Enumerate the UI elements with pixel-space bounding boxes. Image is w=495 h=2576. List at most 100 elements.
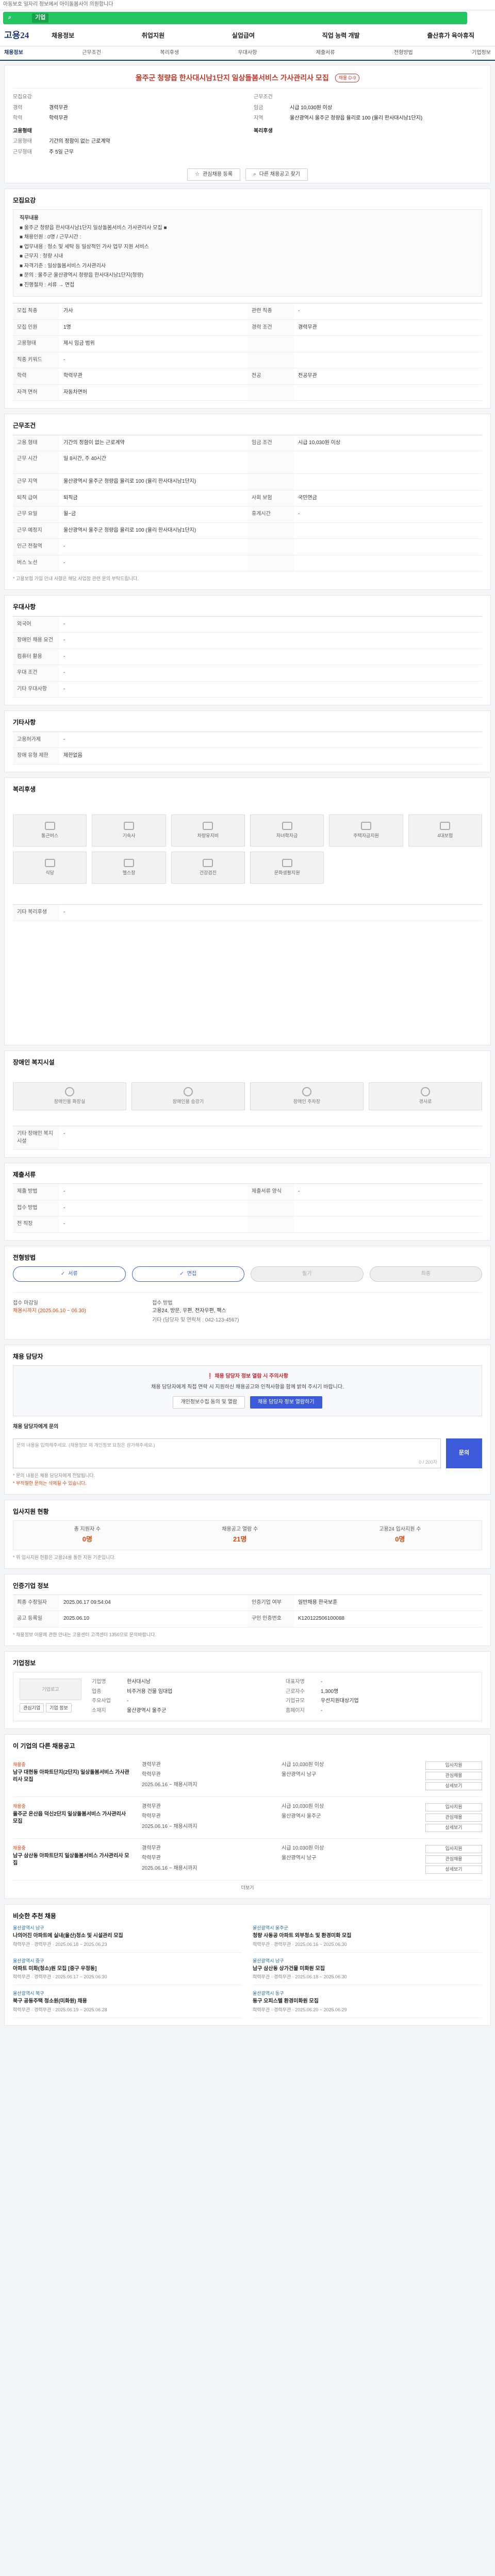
consent-button[interactable]: 개인정보수집 동의 및 열람: [173, 1396, 245, 1409]
kv-key: 소재지: [92, 1707, 106, 1714]
kv-key: 기업명: [92, 1679, 106, 1685]
recommend-item[interactable]: 울산광역시 중구 아파트 미화(청소)원 모집 [중구 우정동] 학력무관 · 경력…: [13, 1958, 242, 1986]
box-title: 직무내용: [20, 215, 39, 222]
grid-value: 시급 10,030원 이상: [294, 435, 482, 452]
disability-section: 장애인 복지시설 장애인용 화장실 장애인용 승강기 장애인 주차장 경사로 기…: [4, 1050, 491, 1158]
grid-key: 임금 조건: [248, 435, 294, 452]
gnb-item[interactable]: 취업지원: [136, 31, 171, 40]
stat-value: 21명: [233, 1535, 247, 1543]
apply-button[interactable]: 입사지원: [425, 1844, 482, 1853]
recommend-item[interactable]: 울산광역시 남구 남구 삼산동 상가건물 미화원 모집 학력무관 · 경력무관 · …: [253, 1958, 482, 1986]
grid-key: 전 직장: [13, 1216, 59, 1233]
recommend-item[interactable]: 울산광역시 울주군청량 사동공 아파트 외부청소 및 환경미화 모집 학력무관 ·…: [253, 1925, 482, 1953]
tab-screening[interactable]: 전형방법: [394, 49, 413, 57]
search-icon: ⌕: [253, 172, 256, 178]
button-label: 다른 채용공고 찾기: [259, 172, 300, 178]
grid-key: 우대 조건: [13, 665, 59, 682]
kv-value: 시급 10,030원 이상: [290, 105, 333, 111]
welfare-cafeteria-icon: 식당: [13, 852, 87, 884]
tile-label: 문화생활지원: [274, 870, 300, 875]
job-tag: 채용중: [13, 1803, 26, 1809]
conditions-grid: 고용 형태 기간의 정함이 없는 근로계약 임금 조건 시급 10,030원 이상 근…: [13, 434, 482, 572]
view-contact-button[interactable]: 채용 담당자 정보 열람하기: [250, 1396, 322, 1409]
job-item-title[interactable]: 울주군 온산읍 덕신2단지 일상돌봄서비스 가사관리사 모집: [13, 1811, 131, 1826]
recommend-item[interactable]: 울산광역시 동구 동구 오피스텔 환경미화원 모집 학력무관 · 경력무관 · 20…: [253, 1990, 482, 2018]
grid-value: 울산광역시 울주군 청량읍 율리로 100 (율리 한사대시남1단지): [59, 474, 248, 490]
search-input[interactable]: ⌕ 기업: [3, 12, 467, 24]
recommend-item[interactable]: 울산광역시 남구 나의어진 아파트에 실내(울산)청소 및 시설관리 모집 학력무관…: [13, 1925, 242, 1953]
tab-conditions[interactable]: 근무조건: [82, 49, 101, 57]
bookmark-job-button[interactable]: ☆ 관심채용 등록: [187, 168, 241, 181]
apply-button[interactable]: 입사지원: [425, 1761, 482, 1770]
kv-key: 기업규모: [286, 1698, 305, 1704]
grid-value: 일 8시간, 주 40시간: [59, 451, 248, 474]
bookmark-button[interactable]: 관심채용: [425, 1771, 482, 1780]
grid-value: -: [59, 732, 482, 749]
grid-key: 학력: [13, 368, 59, 385]
rec-meta: 학력무관 · 경력무관 · 2025.06.16 ~ 2025.06.30: [253, 1941, 347, 1947]
grid-value: [294, 539, 482, 555]
job-item-title[interactable]: 남구 삼산동 아파트단지 일상돌봄서비스 가사관리사 모집: [13, 1853, 131, 1868]
kv-value: -: [321, 1707, 323, 1714]
stat-applications: 고용24 입사지원 수 0명: [379, 1526, 421, 1544]
rec-title[interactable]: 아파트 미화(청소)원 모집 [중구 우정동]: [13, 1965, 242, 1973]
tab-welfare[interactable]: 복리후생: [160, 49, 179, 57]
gnb-item[interactable]: 출산휴가 육아휴직: [421, 31, 481, 40]
gnb-item[interactable]: 실업급여: [226, 31, 261, 40]
rec-tag: 울산광역시 울주군: [253, 1925, 288, 1931]
apply-stats-section: 입사지원 현황 총 지원자 수 0명 채용공고 열람 수 21명 고용24 입사지원…: [4, 1499, 491, 1569]
company-info-button[interactable]: 기업 정보: [46, 1703, 72, 1713]
detail-button[interactable]: 상세보기: [425, 1823, 482, 1832]
rec-title[interactable]: 남구 삼산동 상가건물 미화원 모집: [253, 1965, 482, 1973]
grid-value: -: [59, 665, 482, 682]
rec-title[interactable]: 청량 사동공 아파트 외부청소 및 환경미화 모집: [253, 1933, 482, 1940]
gnb-item[interactable]: 직업 능력 개발: [316, 31, 366, 40]
rec-title[interactable]: 북구 공동주택 청소원(미화원) 채용: [13, 1998, 242, 2006]
kv-key: 임금: [254, 105, 263, 111]
detail-button[interactable]: 상세보기: [425, 1782, 482, 1790]
find-other-jobs-button[interactable]: ⌕ 다른 채용공고 찾기: [245, 168, 308, 181]
recommend-item[interactable]: 울산광역시 북구 북구 공동주택 청소원(미화원) 채용 학력무관 · 경력무관 ·…: [13, 1990, 242, 2018]
rec-title[interactable]: 나의어진 아파트에 실내(울산)청소 및 시설관리 모집: [13, 1933, 242, 1940]
inquiry-submit-button[interactable]: 문의: [446, 1438, 482, 1468]
tab-preference[interactable]: 우대사항: [238, 49, 257, 57]
grid-value: -: [294, 303, 482, 320]
grid-value: 월~금: [59, 506, 248, 523]
inquiry-note: * 문의 내용은 채용 담당자에게 전달됩니다.: [13, 1472, 95, 1478]
tile-label: 자녀학자금: [276, 833, 298, 838]
apply-button[interactable]: 입사지원: [425, 1803, 482, 1811]
tab-recruit[interactable]: 채용정보: [4, 49, 23, 57]
kv-key: 지역: [254, 115, 263, 122]
job-list-item[interactable]: 채용중 남구 대현동 아파트단지(2단지) 일상돌봄서비스 가사관리사 모집 경력…: [13, 1755, 482, 1797]
inquiry-textarea[interactable]: 문의 내용을 입력해주세요. (채용정보 외 개인정보 요청은 삼가해주세요.)…: [13, 1438, 441, 1468]
preference-section: 우대사항 외국어 - 장애인 채용 요건 - 컴퓨터 활용 - 우대 조건 - 기타 우…: [4, 595, 491, 706]
favorite-company-button[interactable]: 관심기업: [20, 1703, 44, 1713]
rec-title[interactable]: 동구 오피스텔 환경미화원 모집: [253, 1998, 482, 2006]
preference-grid: 외국어 - 장애인 채용 요건 - 컴퓨터 활용 - 우대 조건 - 기타 우대사항 -: [13, 616, 482, 698]
warning-icon: ❗: [207, 1374, 213, 1380]
rec-tag: 울산광역시 남구: [13, 1925, 44, 1931]
more-link[interactable]: 더보기: [13, 1885, 482, 1891]
site-logo[interactable]: 고용24: [4, 29, 45, 42]
grid-key: 인근 전철역: [13, 539, 59, 555]
grid-value: 학력무관: [59, 368, 248, 385]
grid-value: 전공무관: [294, 368, 482, 385]
kv-value: 울산광역시 울주군: [127, 1707, 167, 1714]
grid-key: 근무 지역: [13, 474, 59, 490]
gnb-item[interactable]: 채용정보: [45, 31, 80, 40]
grid-value: 자동차면허: [59, 385, 248, 401]
job-pay: 시급 10,030원 이상: [282, 1761, 324, 1768]
bookmark-button[interactable]: 관심채용: [425, 1813, 482, 1822]
tab-documents[interactable]: 제출서류: [316, 49, 335, 57]
detail-button[interactable]: 상세보기: [425, 1865, 482, 1874]
tab-company[interactable]: 기업정보: [472, 49, 491, 57]
job-edu: 학력무관: [142, 1772, 161, 1778]
job-summary-right: 근무조건 임금 시급 10,030원 이상 지역 울산광역시 울주군 청량읍 율리로…: [254, 94, 482, 159]
grid-value: [294, 352, 482, 369]
job-item-title[interactable]: 남구 대현동 아파트단지(2단지) 일상돌봄서비스 가사관리사 모집: [13, 1769, 131, 1784]
section-title: 기업정보: [13, 1659, 36, 1667]
bookmark-button[interactable]: 관심채용: [425, 1855, 482, 1863]
job-list-item[interactable]: 채용중 울주군 온산읍 덕신2단지 일상돌봄서비스 가사관리사 모집 경력무관 시급…: [13, 1797, 482, 1839]
grid-key: 접수 방법: [13, 1200, 59, 1217]
job-list-item[interactable]: 채용중 남구 삼산동 아파트단지 일상돌봄서비스 가사관리사 모집 경력무관 시급 …: [13, 1839, 482, 1880]
